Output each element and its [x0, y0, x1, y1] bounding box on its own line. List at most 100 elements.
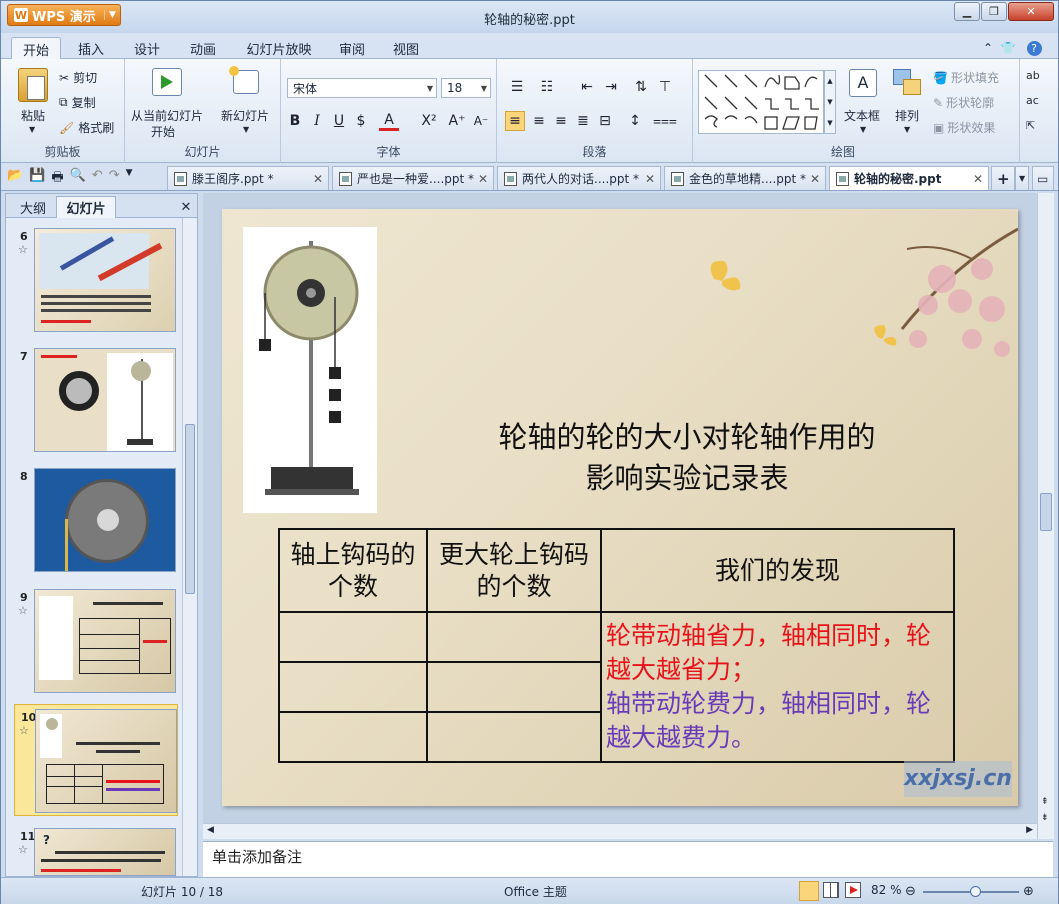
close-tab-icon[interactable]: ✕ — [478, 172, 488, 186]
new-slide-button[interactable]: 新幻灯片 — [221, 107, 269, 124]
font-color-icon[interactable]: A — [379, 111, 399, 131]
find-icon[interactable]: ab — [1026, 69, 1040, 82]
shrink-font-icon[interactable]: A⁻ — [471, 111, 491, 131]
table-cell[interactable] — [278, 711, 428, 763]
print-preview-icon[interactable]: 🔍 — [70, 168, 86, 190]
paste-button[interactable]: 粘贴 — [21, 107, 45, 124]
arrange-icon[interactable] — [893, 69, 923, 97]
italic-icon[interactable]: I — [307, 111, 327, 131]
doc-tab[interactable]: 滕王阁序.ppt * ✕ — [167, 166, 329, 190]
notes-area[interactable]: 单击添加备注 — [203, 841, 1053, 877]
play-from-current-icon[interactable] — [152, 68, 182, 96]
slide-thumbnail[interactable] — [34, 348, 176, 452]
new-slide-icon[interactable] — [229, 66, 259, 94]
align-left-icon[interactable]: ≡ — [505, 111, 525, 131]
close-tab-icon[interactable]: ✕ — [810, 172, 820, 186]
underline-icon[interactable]: U — [329, 111, 349, 131]
slide-sorter-icon[interactable] — [823, 882, 839, 898]
grow-font-icon[interactable]: A⁺ — [447, 111, 467, 131]
slide-thumbnail[interactable] — [34, 589, 176, 693]
distribute-icon[interactable]: ⊟ — [595, 111, 615, 131]
chevron-down-icon[interactable]: ▼ — [860, 125, 866, 134]
tab-insert[interactable]: 插入 — [67, 37, 115, 59]
strikethrough-icon[interactable]: $ — [351, 111, 371, 131]
shape-outline-button[interactable]: ✎ 形状轮廓 — [933, 94, 994, 111]
shapes-gallery[interactable] — [698, 70, 824, 134]
doc-tab[interactable]: 两代人的对话....ppt * ✕ — [497, 166, 661, 190]
table-cell[interactable] — [426, 661, 602, 713]
table-cell[interactable] — [426, 711, 602, 763]
scrollbar-thumb[interactable] — [185, 424, 195, 594]
restore-button[interactable]: ❐ — [981, 2, 1007, 21]
save-icon[interactable]: 💾 — [29, 168, 45, 190]
thumb-row-selected[interactable]: 10 ☆ — [14, 704, 178, 816]
shapes-scroll[interactable]: ▲ ▼ ▼ — [824, 70, 836, 134]
record-table[interactable]: 轴上钩码的个数 更大轮上钩码的个数 我们的发现 轮带动轴省力，轴相同时，轮越大越… — [278, 528, 955, 763]
justify-icon[interactable]: ≣ — [573, 111, 593, 131]
zoom-slider[interactable] — [923, 886, 1019, 897]
line-spacing-icon[interactable]: ↕ — [625, 111, 645, 131]
prev-slide-icon[interactable]: ⇞ — [1041, 797, 1049, 807]
play-start-label[interactable]: 开始 — [151, 123, 175, 140]
tab-design[interactable]: 设计 — [123, 37, 171, 59]
horizontal-scrollbar[interactable]: ◀ ▶ — [203, 823, 1037, 839]
chevron-down-icon[interactable]: ▼ — [904, 125, 910, 134]
tab-outline[interactable]: 大纲 — [12, 196, 54, 218]
slideshow-view-icon[interactable] — [845, 882, 861, 898]
scroll-left-icon[interactable]: ◀ — [207, 825, 214, 835]
close-button[interactable]: ✕ — [1008, 2, 1054, 21]
skin-icon[interactable]: 👕 — [999, 37, 1017, 59]
tab-home[interactable]: 开始 — [11, 37, 61, 60]
thumbs-scrollbar[interactable] — [182, 218, 197, 876]
arrange-button[interactable]: 排列 — [895, 107, 919, 124]
slide-canvas[interactable]: 轮轴的轮的大小对轮轴作用的 影响实验记录表 轴上钩码的个数 更大轮上钩码的个数 … — [222, 209, 1018, 806]
tab-slides[interactable]: 幻灯片 — [56, 196, 116, 218]
columns-icon[interactable]: ⩶ — [653, 111, 677, 131]
align-center-icon[interactable]: ≡ — [529, 111, 549, 131]
paste-icon[interactable] — [18, 68, 48, 102]
font-name-select[interactable]: 宋体 ▼ — [287, 78, 437, 98]
doc-tab[interactable]: 严也是一种爱....ppt * ✕ — [332, 166, 494, 190]
close-tab-icon[interactable]: ✕ — [645, 172, 655, 186]
select-icon[interactable]: ⇱ — [1026, 119, 1035, 132]
new-tab-button[interactable]: + — [991, 166, 1015, 190]
replace-icon[interactable]: ac — [1026, 94, 1039, 107]
text-direction-icon[interactable]: ⇅ — [631, 77, 651, 97]
zoom-in-icon[interactable]: ⊕ — [1023, 884, 1034, 899]
chevron-down-icon[interactable]: ▼ — [29, 125, 35, 134]
redo-icon[interactable]: ↷ — [109, 168, 120, 190]
cut-button[interactable]: ✂ 剪切 — [59, 69, 97, 86]
align-right-icon[interactable]: ≡ — [551, 111, 571, 131]
copy-button[interactable]: ⧉ 复制 — [59, 94, 96, 111]
bullet-list-icon[interactable]: ☰ — [507, 77, 527, 97]
font-size-select[interactable]: 18 ▼ — [441, 78, 491, 98]
superscript-icon[interactable]: X² — [419, 111, 439, 131]
play-from-current-button[interactable]: 从当前幻灯片 — [131, 107, 203, 124]
window-layout-icon[interactable]: ▭ — [1032, 166, 1054, 190]
tab-review[interactable]: 审阅 — [329, 37, 375, 59]
shape-effect-button[interactable]: ▣ 形状效果 — [933, 119, 995, 136]
minimize-button[interactable]: ▁ — [954, 2, 980, 21]
bold-icon[interactable]: B — [285, 111, 305, 131]
slide-thumbnail[interactable] — [35, 709, 177, 813]
doc-tab[interactable]: 金色的草地精....ppt * ✕ — [664, 166, 826, 190]
slide-title[interactable]: 轮轴的轮的大小对轮轴作用的 影响实验记录表 — [452, 417, 922, 499]
zoom-slider-thumb[interactable] — [969, 886, 981, 897]
open-folder-icon[interactable]: 📂 — [7, 168, 23, 190]
collapse-ribbon-icon[interactable]: ⌃ — [979, 37, 997, 59]
scroll-right-icon[interactable]: ▶ — [1026, 825, 1033, 835]
slide-thumbnail[interactable]: ? — [34, 828, 176, 876]
tab-list-dropdown-icon[interactable]: ▼ — [1015, 166, 1029, 190]
tab-animation[interactable]: 动画 — [179, 37, 227, 59]
help-icon[interactable]: ? — [1021, 37, 1047, 59]
slide-thumbnail[interactable] — [34, 228, 176, 332]
increase-indent-icon[interactable]: ⇥ — [601, 77, 621, 97]
scrollbar-thumb[interactable] — [1040, 493, 1052, 531]
decrease-indent-icon[interactable]: ⇤ — [577, 77, 597, 97]
format-painter-button[interactable]: 🖌 格式刷 — [59, 119, 114, 136]
tab-slideshow[interactable]: 幻灯片放映 — [237, 37, 321, 59]
findings-cell[interactable]: 轮带动轴省力，轴相同时，轮越大越省力； 轴带动轮费力，轴相同时，轮越大越费力。 — [600, 611, 955, 763]
print-icon[interactable]: 🖶 — [51, 168, 63, 190]
chevron-down-icon[interactable]: ▼ — [243, 125, 249, 134]
quick-access-dropdown-icon[interactable]: ▼ — [126, 168, 133, 190]
